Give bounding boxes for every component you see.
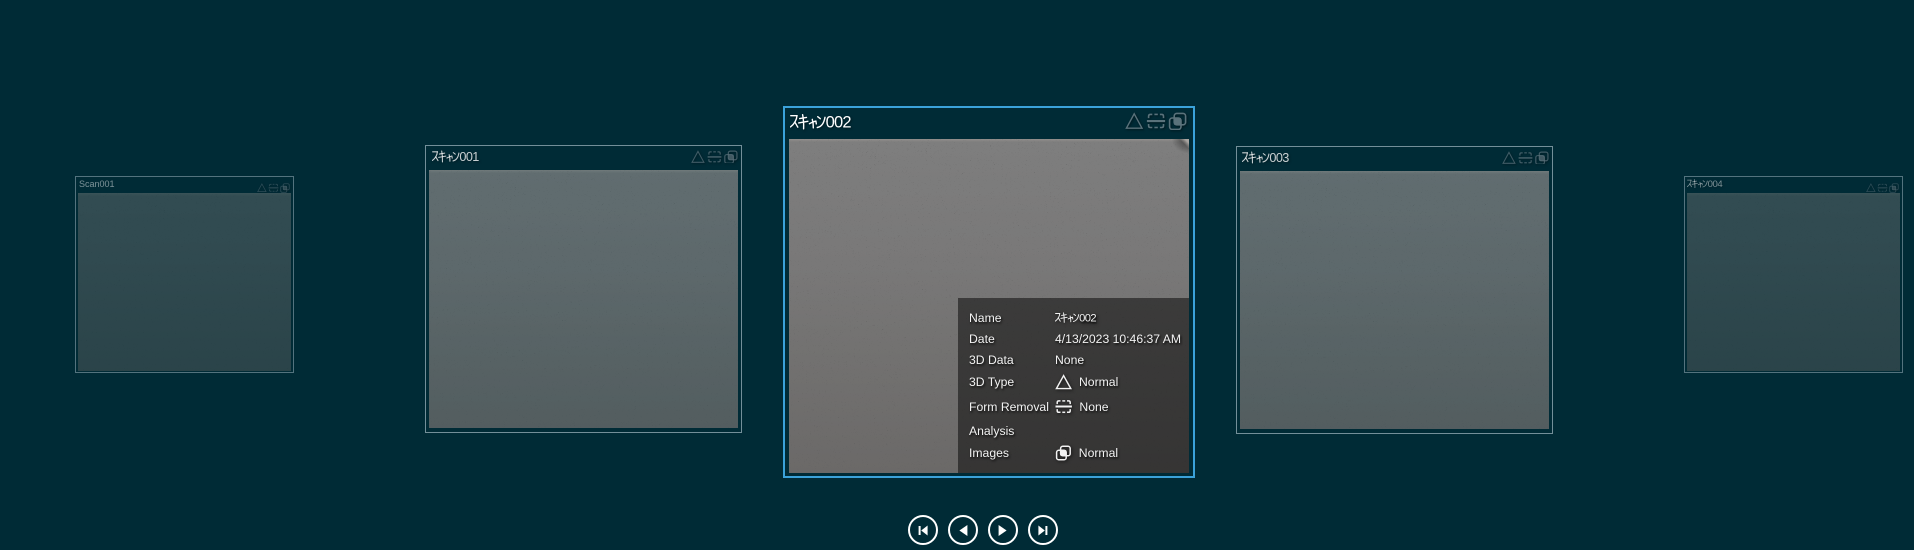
svg-text:003: 003 [1269,151,1289,164]
svg-text:002: 002 [1079,313,1096,324]
svg-text:001: 001 [460,150,480,163]
svg-text:004: 004 [1708,179,1723,189]
svg-text:002: 002 [825,113,851,130]
